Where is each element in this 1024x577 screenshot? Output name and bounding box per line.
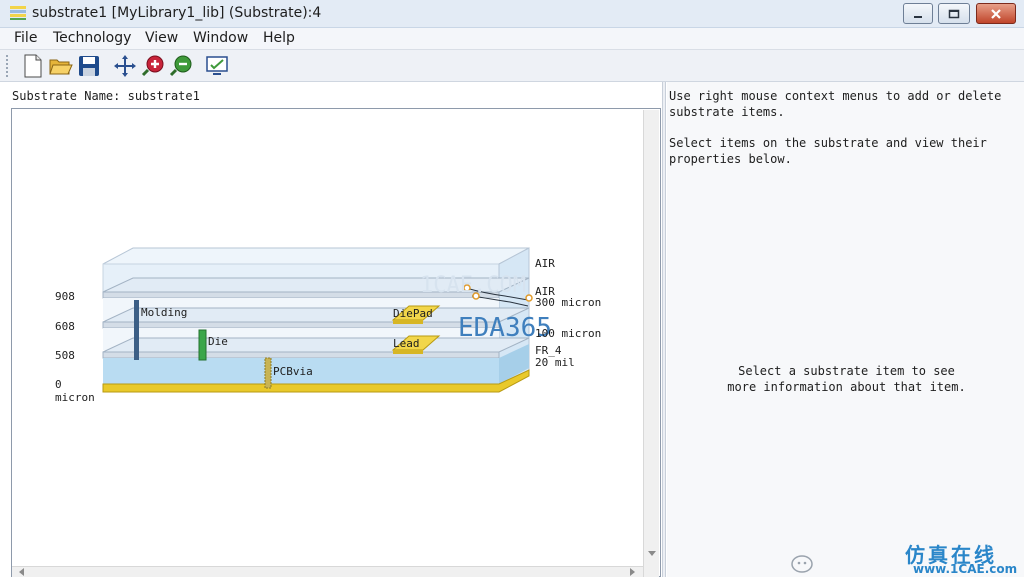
maximize-icon	[948, 9, 960, 18]
height-label-608: 608	[55, 320, 75, 333]
minimize-icon	[914, 15, 922, 18]
close-button[interactable]	[976, 3, 1016, 24]
molding-label: Molding	[141, 306, 187, 319]
lead-edge	[393, 350, 423, 354]
bond-pad-3	[525, 294, 533, 302]
pcbvia-label: PCBvia	[273, 365, 313, 378]
canvas-vertical-scrollbar[interactable]	[643, 110, 659, 577]
thickness-300-label: 300 micron	[535, 296, 601, 309]
canvas-horizontal-scrollbar[interactable]	[12, 566, 643, 577]
watermark-url: www.1CAE.com	[913, 562, 1018, 576]
height-label-0: 0	[55, 378, 62, 391]
diepad-edge	[393, 320, 423, 324]
ghost-watermark: 1CAE.COM	[420, 273, 526, 298]
die-label: Die	[208, 335, 228, 348]
height-unit-label: micron	[55, 391, 95, 404]
wechat-icon	[791, 555, 813, 573]
pcbvia-item[interactable]	[264, 357, 272, 389]
help-text-line-4: properties below.	[669, 152, 792, 166]
diepad-label: DiePad	[393, 307, 433, 320]
help-text-line-2: substrate items.	[669, 105, 785, 119]
lead-label: Lead	[393, 337, 420, 350]
close-icon	[991, 8, 1001, 19]
substrate-diagram[interactable]: 1CAE.COM EDA365 908 608 508 0 micron Mol…	[0, 0, 660, 577]
select-info-line-2: more information about that item.	[727, 380, 966, 394]
molding-item[interactable]	[134, 300, 139, 360]
help-text-line-1: Use right mouse context menus to add or …	[669, 89, 1002, 103]
layer-608-edge	[102, 321, 500, 329]
height-label-908: 908	[55, 290, 75, 303]
scroll-right-arrow-icon[interactable]	[627, 567, 639, 577]
fr4-thickness-label: 20 mil	[535, 356, 575, 369]
air-top-label: AIR	[535, 257, 555, 270]
air-box-top-face	[102, 247, 530, 265]
layer-508-edge	[102, 351, 500, 359]
thickness-100-label: 100 micron	[535, 327, 601, 340]
height-label-508: 508	[55, 349, 75, 362]
select-info-line-1: Select a substrate item to see	[738, 364, 955, 378]
scroll-left-arrow-icon[interactable]	[16, 567, 28, 577]
minimize-button[interactable]	[903, 3, 933, 24]
die-item[interactable]	[198, 329, 207, 361]
scroll-down-arrow-icon[interactable]	[644, 547, 660, 559]
maximize-button[interactable]	[938, 3, 970, 24]
panel-splitter[interactable]	[662, 82, 666, 577]
help-text-line-3: Select items on the substrate and view t…	[669, 136, 987, 150]
